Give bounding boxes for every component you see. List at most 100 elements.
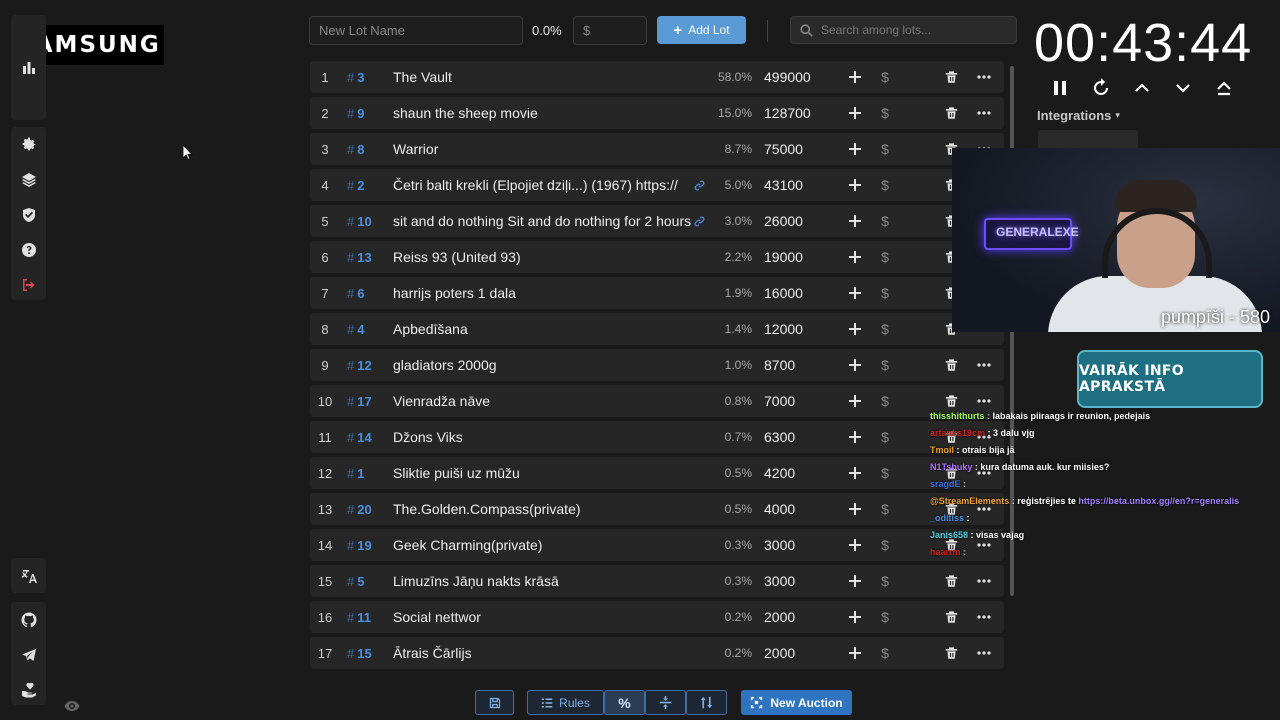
dollar-icon[interactable]: $ — [878, 601, 892, 633]
plus-icon[interactable] — [847, 169, 863, 201]
percent-toggle-button[interactable]: % — [604, 690, 645, 715]
dollar-icon[interactable]: $ — [878, 169, 892, 201]
rules-button[interactable]: Rules — [527, 690, 604, 715]
github-button[interactable] — [11, 602, 46, 637]
lot-row[interactable]: 12 #1 Sliktie puiši uz mūžu 0.5% 4200 $ — [310, 457, 1004, 489]
plus-icon[interactable] — [847, 493, 863, 525]
lot-row[interactable]: 1 #3 The Vault 58.0% 499000 $ — [310, 61, 1004, 93]
lot-name[interactable]: Četri balti krekli (Elpojiet dziļi...) (… — [393, 169, 693, 201]
more-icon[interactable] — [977, 601, 991, 633]
chevron-up-icon[interactable] — [1132, 78, 1152, 98]
language-button[interactable] — [11, 558, 46, 593]
lot-name[interactable]: Džons Viks — [393, 421, 693, 453]
plus-icon[interactable] — [847, 637, 863, 669]
lot-name[interactable]: Warrior — [393, 133, 693, 165]
dollar-icon[interactable]: $ — [878, 565, 892, 597]
dollar-icon[interactable]: $ — [878, 205, 892, 237]
sort-button[interactable] — [686, 690, 727, 715]
lot-name[interactable]: Limuzīns Jāņu nakts krāsā — [393, 565, 693, 597]
more-icon[interactable] — [977, 637, 991, 669]
trash-icon[interactable] — [944, 349, 958, 381]
plus-icon[interactable] — [847, 349, 863, 381]
lot-name[interactable]: Ātrais Čārlijs — [393, 637, 693, 669]
double-chevron-up-icon[interactable] — [1214, 78, 1234, 98]
lot-name-input[interactable]: New Lot Name — [309, 16, 523, 45]
reset-icon[interactable] — [1091, 78, 1111, 98]
lot-row[interactable]: 11 #14 Džons Viks 0.7% 6300 $ — [310, 421, 1004, 453]
plus-icon[interactable] — [847, 133, 863, 165]
more-icon[interactable] — [977, 349, 991, 381]
compact-view-button[interactable] — [645, 690, 686, 715]
lot-name[interactable]: The.Golden.Compass(private) — [393, 493, 693, 525]
plus-icon[interactable] — [847, 97, 863, 129]
dollar-icon[interactable]: $ — [878, 385, 892, 417]
lot-name[interactable]: Sliktie puiši uz mūžu — [393, 457, 693, 489]
dollar-icon[interactable]: $ — [878, 493, 892, 525]
link-icon[interactable] — [694, 169, 708, 201]
telegram-button[interactable] — [11, 637, 46, 672]
lot-row[interactable]: 6 #13 Reiss 93 (United 93) 2.2% 19000 $ — [310, 241, 1004, 273]
lot-row[interactable]: 3 #8 Warrior 8.7% 75000 $ — [310, 133, 1004, 165]
save-button[interactable] — [475, 690, 514, 715]
lot-name[interactable]: Reiss 93 (United 93) — [393, 241, 693, 273]
trash-icon[interactable] — [944, 601, 958, 633]
layers-button[interactable] — [11, 162, 46, 197]
pause-icon[interactable] — [1050, 78, 1070, 98]
dollar-icon[interactable]: $ — [878, 133, 892, 165]
eye-icon[interactable] — [64, 698, 80, 714]
dollar-icon[interactable]: $ — [878, 349, 892, 381]
dollar-icon[interactable]: $ — [878, 97, 892, 129]
lot-name[interactable]: Apbedīšana — [393, 313, 693, 345]
dollar-icon[interactable]: $ — [878, 241, 892, 273]
lot-row[interactable]: 13 #20 The.Golden.Compass(private) 0.5% 4000… — [310, 493, 1004, 525]
plus-icon[interactable] — [847, 457, 863, 489]
shield-button[interactable] — [11, 197, 46, 232]
chevron-down-icon[interactable] — [1173, 78, 1193, 98]
plus-icon[interactable] — [847, 601, 863, 633]
plus-icon[interactable] — [847, 529, 863, 561]
lot-row[interactable]: 16 #11 Social nettwor 0.2% 2000 $ — [310, 601, 1004, 633]
lot-name[interactable]: Vienradža nāve — [393, 385, 693, 417]
plus-icon[interactable] — [847, 277, 863, 309]
lot-row[interactable]: 14 #19 Geek Charming(private) 0.3% 3000 $ — [310, 529, 1004, 561]
plus-icon[interactable] — [847, 205, 863, 237]
lot-row[interactable]: 4 #2 Četri balti krekli (Elpojiet dziļi...… — [310, 169, 1004, 201]
lot-row[interactable]: 10 #17 Vienradža nāve 0.8% 7000 $ — [310, 385, 1004, 417]
trash-icon[interactable] — [944, 61, 958, 93]
plus-icon[interactable] — [847, 61, 863, 93]
lot-name[interactable]: shaun the sheep movie — [393, 97, 693, 129]
lot-row[interactable]: 8 #4 Apbedīšana 1.4% 12000 $ — [310, 313, 1004, 345]
plus-icon[interactable] — [847, 385, 863, 417]
lot-name[interactable]: harrijs poters 1 dala — [393, 277, 693, 309]
lot-name[interactable]: gladiators 2000g — [393, 349, 693, 381]
dollar-icon[interactable]: $ — [878, 313, 892, 345]
donate-button[interactable] — [11, 672, 46, 707]
lot-row[interactable]: 17 #15 Ātrais Čārlijs 0.2% 2000 $ — [310, 637, 1004, 669]
dollar-icon[interactable]: $ — [878, 61, 892, 93]
plus-icon[interactable] — [847, 421, 863, 453]
lot-name[interactable]: Geek Charming(private) — [393, 529, 693, 561]
amount-input[interactable]: $ — [573, 16, 647, 45]
lot-row[interactable]: 5 #10 sit and do nothing Sit and do nothin… — [310, 205, 1004, 237]
plus-icon[interactable] — [847, 313, 863, 345]
lot-name[interactable]: sit and do nothing Sit and do nothing fo… — [393, 205, 693, 237]
dollar-icon[interactable]: $ — [878, 421, 892, 453]
more-icon[interactable] — [977, 61, 991, 93]
search-input[interactable]: Search among lots... — [790, 16, 1017, 44]
lot-name[interactable]: The Vault — [393, 61, 693, 93]
new-auction-button[interactable]: New Auction — [741, 690, 852, 715]
dollar-icon[interactable]: $ — [878, 529, 892, 561]
trash-icon[interactable] — [944, 565, 958, 597]
help-button[interactable] — [11, 232, 46, 267]
lot-row[interactable]: 15 #5 Limuzīns Jāņu nakts krāsā 0.3% 3000 $ — [310, 565, 1004, 597]
trash-icon[interactable] — [944, 637, 958, 669]
lot-row[interactable]: 2 #9 shaun the sheep movie 15.0% 128700 $ — [310, 97, 1004, 129]
plus-icon[interactable] — [847, 565, 863, 597]
dollar-icon[interactable]: $ — [878, 637, 892, 669]
more-icon[interactable] — [977, 565, 991, 597]
lot-row[interactable]: 7 #6 harrijs poters 1 dala 1.9% 16000 $ — [310, 277, 1004, 309]
trash-icon[interactable] — [944, 97, 958, 129]
settings-button[interactable] — [11, 127, 46, 162]
integrations-dropdown[interactable]: Integrations ▾ — [1037, 108, 1120, 123]
more-icon[interactable] — [977, 97, 991, 129]
